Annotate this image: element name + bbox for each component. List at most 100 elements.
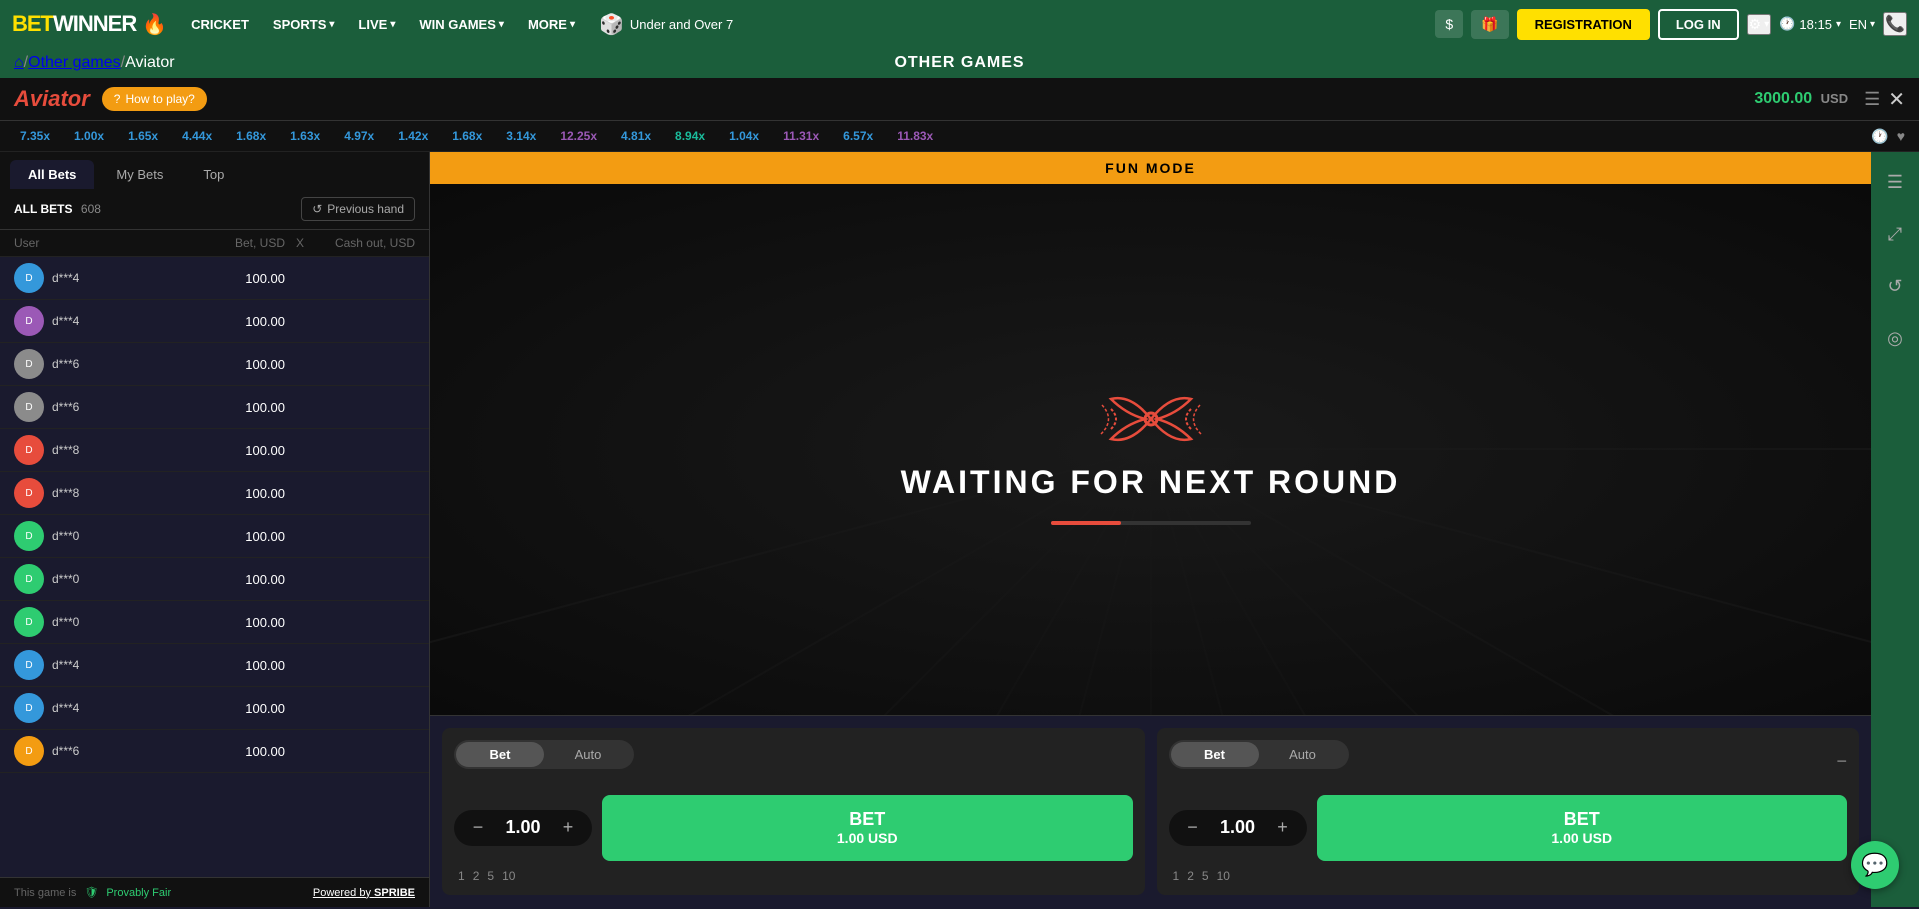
aviator-header: Aviator ? How to play? 3000.00 USD ☰ ✕ — [0, 78, 1919, 121]
home-link[interactable]: ⌂ — [14, 54, 24, 72]
plane-icon — [1091, 374, 1211, 464]
tab-all-bets[interactable]: All Bets — [10, 160, 94, 189]
bet-amount: 100.00 — [205, 744, 285, 759]
quick-amount-1b[interactable]: 1 — [1173, 869, 1180, 883]
mult-badge: 7.35x — [14, 127, 56, 145]
previous-hand-button[interactable]: ↺ Previous hand — [301, 197, 415, 221]
bet-amount: 100.00 — [205, 357, 285, 372]
register-button[interactable]: REGISTRATION — [1517, 9, 1650, 40]
avatar: D — [14, 736, 44, 766]
nav-live[interactable]: LIVE ▾ — [350, 11, 403, 38]
table-row: D d***4 100.00 — [0, 644, 429, 687]
bet-tab-2-bet[interactable]: Bet — [1171, 742, 1259, 767]
question-icon: ? — [114, 92, 121, 106]
gifts-button[interactable]: 🎁 — [1471, 10, 1508, 39]
mult-badge: 4.44x — [176, 127, 218, 145]
bet-tab-2-auto[interactable]: Auto — [1259, 742, 1347, 767]
history-icon-button[interactable]: 🕐 — [1871, 128, 1888, 145]
breadcrumb-current: Aviator — [125, 54, 175, 72]
settings-button[interactable]: ⚙ ▾ — [1747, 14, 1772, 35]
bet-username: d***8 — [52, 486, 205, 500]
quick-amount-2b[interactable]: 2 — [1187, 869, 1194, 883]
mult-badge: 11.83x — [891, 127, 939, 145]
spribe-link[interactable]: Powered by SPRIBE — [313, 887, 415, 899]
table-row: D d***6 100.00 — [0, 730, 429, 773]
bet-amount: 100.00 — [205, 658, 285, 673]
quick-amount-5[interactable]: 5 — [487, 869, 494, 883]
sports-chevron-icon: ▾ — [329, 19, 334, 30]
table-row: D d***6 100.00 — [0, 386, 429, 429]
bet-amount: 100.00 — [205, 701, 285, 716]
nav-win-games[interactable]: WIN GAMES ▾ — [411, 11, 512, 38]
clock-icon: 🕐 — [1779, 16, 1795, 32]
bet-increase-1[interactable]: + — [556, 816, 580, 840]
mult-badge: 1.04x — [723, 127, 765, 145]
home-icon: ⌂ — [14, 54, 24, 71]
mult-badge: 1.68x — [446, 127, 488, 145]
table-row: D d***4 100.00 — [0, 257, 429, 300]
bet-amount: 100.00 — [205, 443, 285, 458]
table-row: D d***6 100.00 — [0, 343, 429, 386]
bet-decrease-2[interactable]: − — [1181, 816, 1205, 840]
provably-fair-bar: This game is 🛡 Provably Fair Powered by … — [0, 877, 429, 907]
hamburger-button[interactable]: ☰ — [1864, 87, 1880, 112]
logo[interactable]: BETWINNER 🔥 — [12, 11, 167, 37]
other-games-link[interactable]: Other games — [28, 54, 120, 72]
nav-more[interactable]: MORE ▾ — [520, 11, 583, 38]
bet-panel-2-tabs: Bet Auto — [1169, 740, 1349, 769]
bet-username: d***8 — [52, 443, 205, 457]
bet-tab-1-bet[interactable]: Bet — [456, 742, 544, 767]
table-row: D d***0 100.00 — [0, 515, 429, 558]
table-row: D d***8 100.00 — [0, 429, 429, 472]
bet-username: d***6 — [52, 400, 205, 414]
page-title: OTHER GAMES — [894, 54, 1024, 72]
avatar: D — [14, 607, 44, 637]
right-panel: ☰ ⤢ ↺ ◎ — [1871, 152, 1919, 907]
avatar: D — [14, 435, 44, 465]
gear-icon: ⚙ — [1749, 16, 1762, 33]
mult-icons: 🕐 ♥ — [1871, 128, 1905, 145]
wallet-button[interactable]: $ — [1435, 10, 1463, 38]
chat-button[interactable]: 💬 — [1851, 841, 1899, 889]
right-view-button[interactable]: ◎ — [1877, 320, 1913, 356]
bet-tab-1-auto[interactable]: Auto — [544, 742, 632, 767]
avatar: D — [14, 693, 44, 723]
tab-my-bets[interactable]: My Bets — [98, 160, 181, 189]
bet-username: d***6 — [52, 357, 205, 371]
avatar: D — [14, 263, 44, 293]
bet-increase-2[interactable]: + — [1271, 816, 1295, 840]
bet-panel-1: Bet Auto − 1.00 + BET 1.00 USD — [442, 728, 1145, 895]
stats-icon-button[interactable]: ♥ — [1897, 128, 1905, 145]
quick-amount-2[interactable]: 2 — [473, 869, 480, 883]
tab-top[interactable]: Top — [185, 160, 242, 189]
nav-cricket[interactable]: CRICKET — [183, 11, 257, 38]
time-chevron-icon: ▾ — [1836, 19, 1841, 30]
how-to-play-button[interactable]: ? How to play? — [102, 87, 207, 111]
quick-amount-5b[interactable]: 5 — [1202, 869, 1209, 883]
bet-amount: 100.00 — [205, 572, 285, 587]
collapse-panel-2[interactable]: − — [1836, 751, 1847, 772]
bet-username: d***4 — [52, 314, 205, 328]
more-chevron-icon: ▾ — [570, 19, 575, 30]
bet-username: d***4 — [52, 701, 205, 715]
bet-decrease-1[interactable]: − — [466, 816, 490, 840]
quick-amount-10[interactable]: 10 — [502, 869, 515, 883]
right-refresh-button[interactable]: ↺ — [1877, 268, 1913, 304]
waiting-text: WAITING FOR NEXT ROUND — [901, 464, 1401, 501]
right-menu-button[interactable]: ☰ — [1877, 164, 1913, 200]
quick-amount-10b[interactable]: 10 — [1217, 869, 1230, 883]
main-bet-button-2[interactable]: BET 1.00 USD — [1317, 795, 1848, 861]
nav-sports[interactable]: SPORTS ▾ — [265, 11, 343, 38]
right-fullscreen-button[interactable]: ⤢ — [1877, 216, 1913, 252]
main-bet-button-1[interactable]: BET 1.00 USD — [602, 795, 1133, 861]
breadcrumb-bar: ⌂ / Other games / Aviator OTHER GAMES — [0, 48, 1919, 78]
phone-button[interactable]: 📞 — [1883, 12, 1907, 36]
quick-amount-1[interactable]: 1 — [458, 869, 465, 883]
under-over-button[interactable]: 🎲 Under and Over 7 — [591, 8, 741, 41]
table-row: D d***4 100.00 — [0, 687, 429, 730]
language-selector[interactable]: EN ▾ — [1849, 17, 1875, 32]
mult-badge: 1.42x — [392, 127, 434, 145]
close-button[interactable]: ✕ — [1888, 87, 1905, 112]
login-button[interactable]: LOG IN — [1658, 9, 1739, 40]
bet-panel-1-tabs: Bet Auto — [454, 740, 634, 769]
